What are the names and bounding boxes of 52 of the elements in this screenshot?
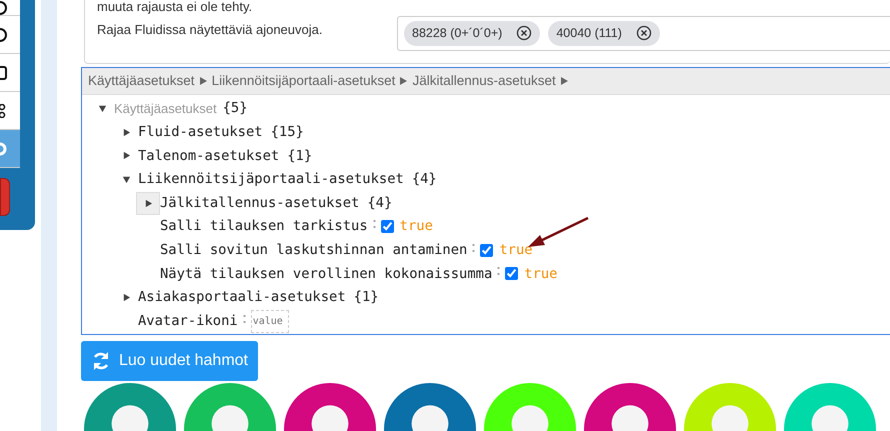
- caret-right-icon: [122, 293, 130, 302]
- item-count: {15}: [270, 123, 304, 142]
- group-label[interactable]: Jälkitallennus-asetukset: [160, 192, 360, 214]
- value-field[interactable]: value: [250, 310, 289, 333]
- sidebar-item[interactable]: [0, 92, 20, 130]
- tag-input[interactable]: 88228 (0+´0´0+) 40040 (111): [397, 16, 890, 51]
- setting-checkbox[interactable]: [380, 220, 394, 234]
- tag-text: 88228 (0+´0´0+): [412, 25, 502, 42]
- caret-right-icon: [400, 76, 408, 85]
- gear-icon: [0, 142, 8, 156]
- item-count: {5}: [222, 99, 248, 118]
- tag-text: 40040 (111): [556, 25, 622, 42]
- setting-value: true: [499, 241, 533, 260]
- breadcrumb-item[interactable]: Liikennöitsijäportaali-asetukset: [212, 70, 396, 91]
- group-label[interactable]: Liikennöitsijäportaali-asetukset: [138, 169, 404, 190]
- refresh-icon: [91, 350, 111, 371]
- setting-label: Salli sovitun laskutshinnan antaminen: [160, 241, 468, 260]
- caret-down-icon: [122, 175, 130, 184]
- colon-icon: [472, 244, 476, 252]
- sidebar-item[interactable]: [0, 0, 20, 16]
- caret-right-icon: [122, 128, 130, 137]
- setting-label: Näytä tilauksen verollinen kokonaissumma: [160, 264, 492, 284]
- colon-icon: [242, 314, 246, 323]
- setting-label: Avatar-ikoni: [138, 312, 238, 331]
- group-label[interactable]: Asiakasportaali-asetukset: [138, 287, 346, 308]
- note-text: muuta rajausta ei ole tehty.: [97, 0, 254, 14]
- setting-label: Salli tilauksen tarkistus: [160, 217, 368, 236]
- item-count: {1}: [287, 146, 312, 166]
- caret-right-icon: [144, 198, 152, 208]
- setting-value: true: [400, 217, 433, 236]
- caret-right-icon: [122, 151, 130, 160]
- item-count: {4}: [367, 194, 392, 213]
- sidebar-item[interactable]: [0, 16, 20, 54]
- group-label[interactable]: Fluid-asetukset: [138, 122, 263, 143]
- filter-label: Rajaa Fluidissa näytettäviä ajoneuvoja.: [97, 21, 324, 39]
- remove-icon[interactable]: [516, 25, 532, 42]
- caret-down-icon: [98, 104, 106, 114]
- toggle-button[interactable]: [136, 192, 160, 215]
- setting-checkbox[interactable]: [505, 267, 518, 280]
- colon-icon: [372, 220, 376, 228]
- item-count: {4}: [412, 170, 437, 190]
- sidebar-item[interactable]: [0, 54, 20, 92]
- group-label[interactable]: Talenom-asetukset: [138, 146, 280, 166]
- caret-right-icon: [200, 76, 207, 85]
- setting-checkbox[interactable]: [480, 244, 494, 257]
- caret-right-icon: [560, 76, 568, 85]
- breadcrumb-item[interactable]: Käyttäjäasetukset: [88, 70, 195, 91]
- remove-icon[interactable]: [636, 25, 652, 42]
- colon-icon: [497, 267, 500, 276]
- item-count: {1}: [354, 288, 379, 308]
- breadcrumb-item[interactable]: Jälkitallennus-asetukset: [412, 70, 556, 91]
- setting-value: true: [524, 264, 558, 284]
